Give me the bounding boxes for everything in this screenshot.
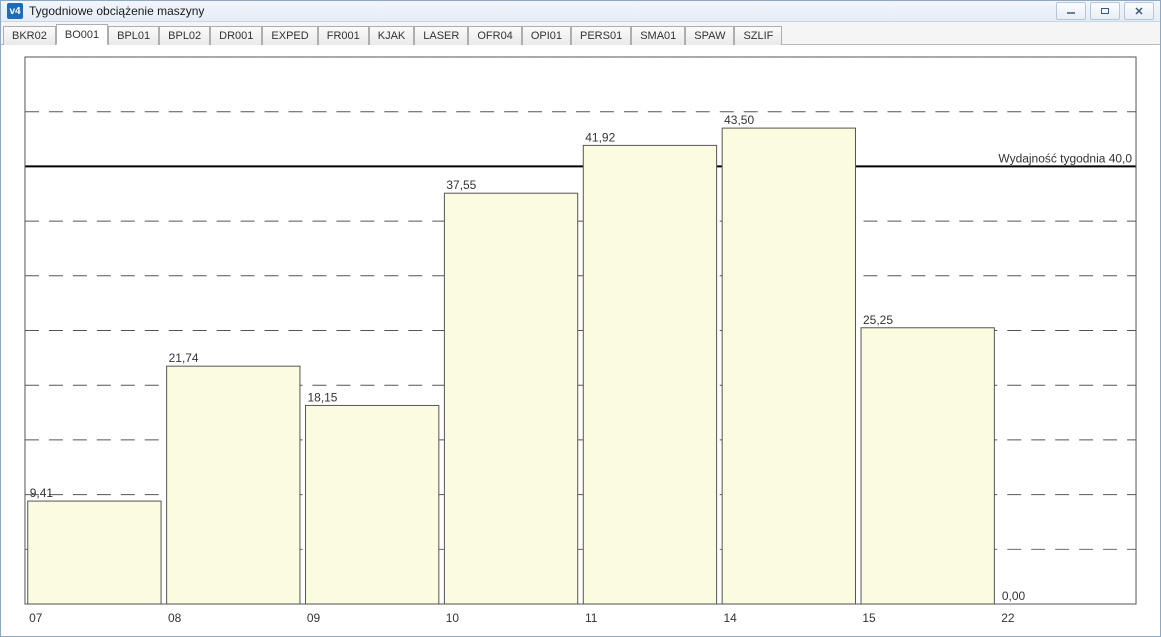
bar bbox=[167, 366, 300, 604]
tab-szlif[interactable]: SZLIF bbox=[734, 26, 782, 45]
window-controls bbox=[1056, 2, 1154, 20]
window-title: Tygodniowe obciążenie maszyny bbox=[29, 4, 1050, 18]
bar-value-label: 9,41 bbox=[30, 486, 54, 500]
tab-dr001[interactable]: DR001 bbox=[210, 26, 262, 45]
tab-bo001[interactable]: BO001 bbox=[56, 24, 108, 45]
tab-strip: BKR02BO001BPL01BPL02DR001EXPEDFR001KJAKL… bbox=[1, 22, 1160, 45]
tab-ofr04[interactable]: OFR04 bbox=[468, 26, 521, 45]
bar bbox=[444, 193, 577, 604]
tab-sma01[interactable]: SMA01 bbox=[631, 26, 685, 45]
tab-bpl02[interactable]: BPL02 bbox=[159, 26, 210, 45]
tab-spaw[interactable]: SPAW bbox=[685, 26, 734, 45]
bar-value-label: 21,74 bbox=[169, 351, 199, 365]
app-window: v4 Tygodniowe obciążenie maszyny BKR02BO… bbox=[0, 0, 1161, 637]
bar-value-label: 37,55 bbox=[446, 178, 476, 192]
close-icon bbox=[1134, 7, 1144, 15]
tab-kjak[interactable]: KJAK bbox=[369, 26, 415, 45]
tab-exped[interactable]: EXPED bbox=[262, 26, 317, 45]
x-tick-label: 15 bbox=[862, 611, 876, 625]
app-icon: v4 bbox=[7, 3, 23, 19]
threshold-label: Wydajność tygodnia 40,0 bbox=[998, 151, 1132, 165]
tab-bpl01[interactable]: BPL01 bbox=[108, 26, 159, 45]
tab-pers01[interactable]: PERS01 bbox=[571, 26, 631, 45]
bar-value-label: 41,92 bbox=[585, 130, 615, 144]
x-tick-label: 10 bbox=[446, 611, 460, 625]
bar bbox=[306, 405, 439, 604]
bar bbox=[722, 128, 855, 604]
x-tick-label: 11 bbox=[585, 611, 598, 625]
tab-fr001[interactable]: FR001 bbox=[318, 26, 369, 45]
x-tick-label: 08 bbox=[168, 611, 182, 625]
titlebar: v4 Tygodniowe obciążenie maszyny bbox=[1, 1, 1160, 22]
minimize-button[interactable] bbox=[1056, 2, 1086, 20]
x-tick-label: 07 bbox=[29, 611, 43, 625]
window-body: BKR02BO001BPL01BPL02DR001EXPEDFR001KJAKL… bbox=[1, 22, 1160, 636]
bar-value-label: 0,00 bbox=[1002, 589, 1026, 603]
bar-value-label: 25,25 bbox=[863, 313, 893, 327]
tab-laser[interactable]: LASER bbox=[414, 26, 468, 45]
tab-opi01[interactable]: OPI01 bbox=[522, 26, 571, 45]
bar bbox=[583, 145, 716, 604]
close-button[interactable] bbox=[1124, 2, 1154, 20]
maximize-button[interactable] bbox=[1090, 2, 1120, 20]
x-tick-label: 14 bbox=[723, 611, 737, 625]
minimize-icon bbox=[1066, 7, 1076, 15]
chart-area: Wydajność tygodnia 40,0 9,41 07 21,74 08 18,1… bbox=[1, 45, 1160, 636]
tab-bkr02[interactable]: BKR02 bbox=[3, 26, 56, 45]
bar-value-label: 18,15 bbox=[308, 390, 338, 404]
maximize-icon bbox=[1100, 7, 1110, 15]
bar bbox=[861, 328, 994, 604]
x-tick-label: 09 bbox=[307, 611, 321, 625]
bar bbox=[28, 501, 161, 604]
bar-value-label: 43,50 bbox=[724, 113, 754, 127]
x-tick-label: 22 bbox=[1001, 611, 1015, 625]
bar-chart: Wydajność tygodnia 40,0 9,41 07 21,74 08 18,1… bbox=[11, 51, 1150, 630]
